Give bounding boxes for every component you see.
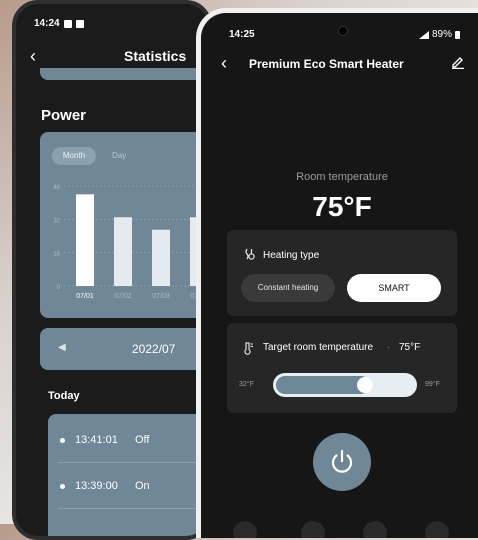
y-tick-label: 48	[53, 185, 60, 191]
battery-icon	[455, 30, 461, 39]
tab-day[interactable]: Day	[112, 147, 126, 165]
status-time: 14:25	[229, 29, 255, 40]
temperature-slider[interactable]	[273, 373, 417, 397]
power-button[interactable]	[313, 433, 371, 491]
month-selector[interactable]: ◀ 2022/07	[40, 328, 208, 370]
divider	[58, 508, 208, 509]
y-tick-label: 0	[57, 285, 61, 291]
bullet-icon	[60, 437, 65, 443]
chart-bar	[114, 217, 132, 286]
today-label: Today	[48, 390, 80, 402]
target-temperature-label: Target room temperature	[263, 342, 374, 353]
edit-icon[interactable]	[451, 55, 465, 69]
summary-card	[40, 68, 208, 80]
bottom-controls	[231, 517, 461, 538]
back-arrow-icon[interactable]: ‹	[30, 46, 36, 67]
divider	[58, 462, 208, 463]
heating-type-label: Heating type	[263, 250, 320, 261]
list-item: 13:39:00 On	[60, 480, 150, 492]
power-bar-chart: 483216007/0107/0207/0307/04	[53, 185, 208, 300]
month-label: 2022/07	[132, 342, 176, 356]
x-tick-label: 07/01	[76, 293, 94, 300]
power-icon	[331, 449, 353, 473]
log-state: Off	[135, 434, 150, 446]
heating-type-card: Heating type Constant heating SMART	[227, 230, 457, 316]
separator-dot: ·	[387, 342, 391, 353]
room-temperature-value: 75°F	[312, 191, 372, 222]
page-title: Statistics	[124, 48, 187, 64]
previous-month-icon[interactable]: ◀	[58, 342, 66, 353]
camera-icon	[338, 26, 348, 36]
slider-fill	[276, 376, 370, 394]
statistics-header: ‹ Statistics	[16, 44, 208, 70]
status-time: 14:24	[34, 18, 60, 29]
device-title: Premium Eco Smart Heater	[249, 57, 404, 71]
smart-heating-button[interactable]: SMART	[347, 274, 441, 302]
log-time: 13:41:01	[75, 434, 118, 446]
message-icon	[75, 19, 84, 28]
notification-icon	[63, 19, 72, 28]
bullet-icon	[60, 483, 65, 489]
status-icons: 89%	[419, 29, 461, 40]
list-item: 13:41:01 Off	[60, 434, 149, 446]
statistics-phone: 14:24 ‹ Statistics Power Month Day 48 32 1…	[12, 0, 212, 540]
battery-percent: 89%	[432, 29, 453, 40]
constant-heating-button[interactable]: Constant heating	[241, 274, 335, 302]
status-bar: 14:24	[34, 18, 84, 29]
log-time: 13:39:00	[75, 480, 118, 492]
chart-bar	[152, 229, 170, 286]
power-section-title: Power	[41, 107, 87, 124]
power-chart-card: Month Day 483216007/0107/0207/0307/04	[40, 132, 208, 318]
y-tick-label: 32	[53, 218, 60, 224]
activity-log: 13:41:01 Off 13:39:00 On	[48, 414, 208, 536]
slider-min-label: 32°F	[239, 381, 254, 388]
log-state: On	[135, 480, 150, 492]
x-tick-label: 07/02	[114, 293, 132, 300]
back-arrow-icon[interactable]: ‹	[221, 53, 227, 74]
x-tick-label: 07/03	[152, 293, 170, 300]
y-tick-label: 16	[53, 252, 60, 258]
thermometer-icon	[244, 342, 253, 355]
target-temperature-value: 75°F	[399, 342, 421, 353]
slider-max-label: 99°F	[425, 381, 440, 388]
target-temperature-card: Target room temperature · 75°F 32°F 99°F	[227, 323, 457, 413]
signal-icon	[419, 30, 429, 39]
heating-type-icon	[245, 248, 255, 260]
tab-month[interactable]: Month	[52, 147, 96, 165]
room-temperature-label: Room temperature	[296, 171, 388, 183]
heater-phone: 14:25 89% ‹ Premium Eco Smart Heater Roo…	[196, 8, 478, 538]
slider-handle[interactable]	[357, 377, 373, 393]
chart-bar	[76, 194, 94, 286]
